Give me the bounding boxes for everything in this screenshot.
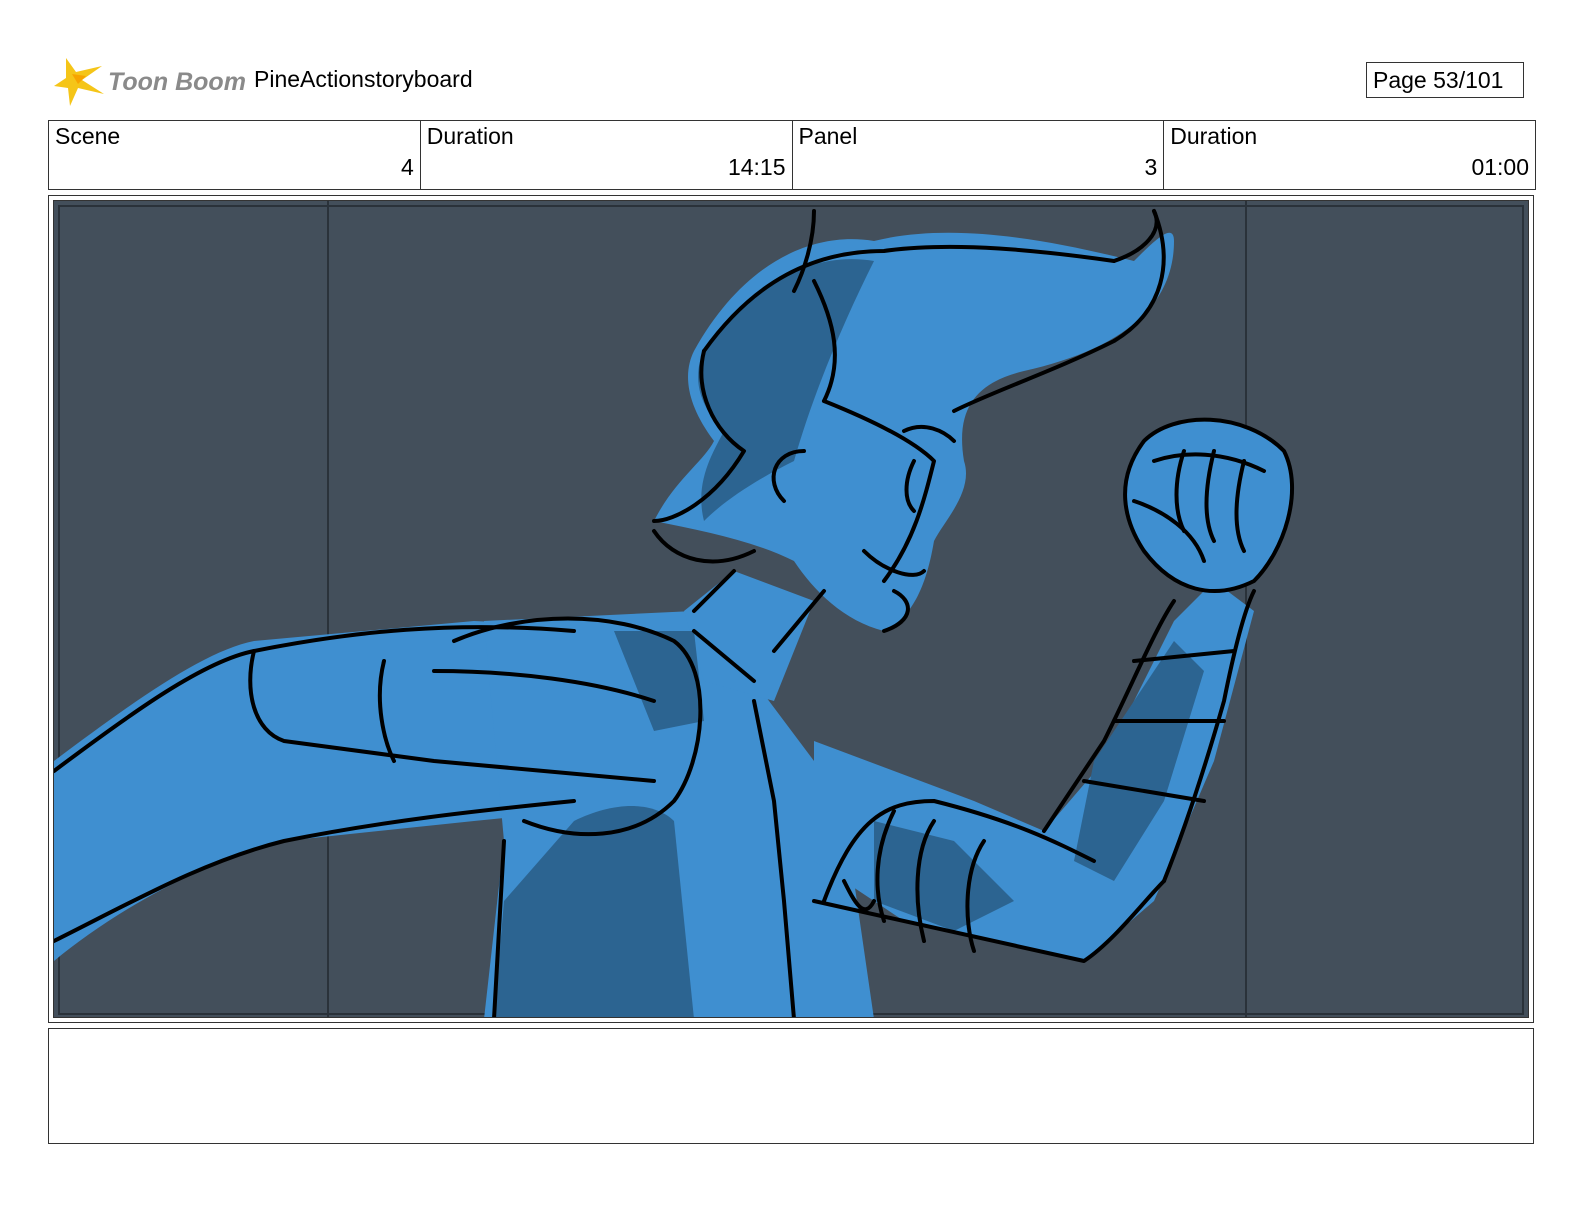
project-title: PineActionstoryboard	[254, 66, 473, 92]
scene-duration-label: Duration	[426, 123, 514, 149]
scene-info-row: Scene 4 Duration 14:15 Panel 3 Duration …	[48, 120, 1536, 190]
panel-duration-value: 01:00	[1471, 154, 1529, 180]
scene-cell: Scene 4	[49, 121, 420, 189]
scene-label: Scene	[55, 123, 121, 149]
page-number: Page 53/101	[1366, 62, 1524, 98]
storyboard-panel	[48, 195, 1534, 1023]
toon-boom-logo: Toon Boom	[52, 56, 246, 108]
panel-duration-label: Duration	[1170, 123, 1258, 149]
panel-cell: Panel 3	[791, 121, 1164, 189]
scene-duration-value: 14:15	[727, 154, 786, 180]
panel-duration-cell: Duration 01:00	[1163, 121, 1535, 189]
scene-value: 4	[400, 154, 414, 180]
scene-duration-cell: Duration 14:15	[419, 121, 792, 189]
panel-value: 3	[1144, 154, 1158, 180]
panel-notes-box[interactable]	[48, 1028, 1534, 1144]
page-header: Toon Boom PineActionstoryboard Page 53/1…	[48, 52, 1536, 108]
storyboard-drawing-icon	[54, 201, 1524, 1017]
panel-image	[53, 200, 1529, 1018]
logo-star-icon	[54, 58, 104, 106]
logo-text: Toon Boom	[108, 68, 246, 96]
panel-label: Panel	[798, 123, 858, 149]
